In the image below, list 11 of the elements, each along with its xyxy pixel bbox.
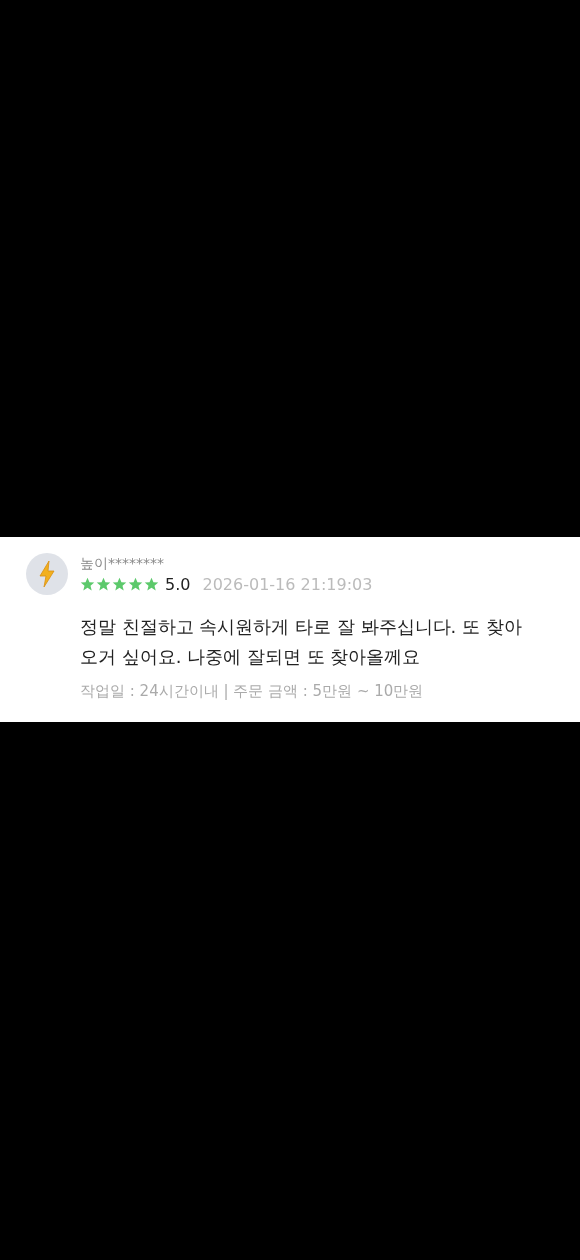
review-date: 2026-01-16 21:19:03 xyxy=(202,575,373,594)
star-icon xyxy=(112,577,127,592)
star-icon xyxy=(144,577,159,592)
rating-value: 5.0 xyxy=(165,575,191,594)
review-text: 정말 친절하고 속시원하게 타로 잘 봐주십니다. 또 찾아오거 싶어요. 나중에 잘되면 또 찾아올께요 xyxy=(80,615,523,669)
author-name: 높이******** xyxy=(80,554,164,573)
order-info: 작업일 : 24시간이내 | 주문 금액 : 5만원 ~ 10만원 xyxy=(80,682,424,701)
star-icon xyxy=(96,577,111,592)
star-icon xyxy=(128,577,143,592)
star-icon xyxy=(80,577,95,592)
lightning-icon xyxy=(37,560,57,588)
